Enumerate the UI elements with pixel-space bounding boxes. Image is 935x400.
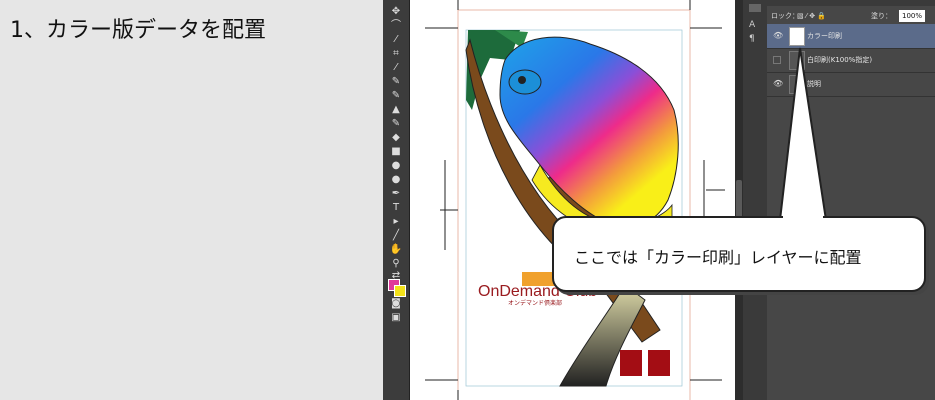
pen-tool-icon[interactable]: ✒: [389, 188, 403, 200]
history-brush-tool-icon[interactable]: ✎: [389, 118, 403, 130]
type-tool-icon[interactable]: T: [389, 202, 403, 214]
document-canvas[interactable]: OnDemand Club オンデマンド倶楽部: [410, 0, 735, 400]
layer-name: カラー印刷: [807, 32, 842, 40]
eye-icon[interactable]: 👁: [773, 31, 783, 40]
lock-label: ロック：: [771, 12, 799, 20]
eraser-tool-icon[interactable]: ◆: [389, 132, 403, 144]
eye-icon[interactable]: 👁: [773, 79, 783, 88]
layer-row-color-print[interactable]: 👁 カラー印刷: [767, 24, 935, 49]
layer-name: 説明: [807, 80, 821, 88]
lasso-tool-icon[interactable]: ⌒: [389, 20, 403, 32]
callout-seam: [783, 214, 823, 220]
crop-tool-icon[interactable]: ⌗: [389, 48, 403, 60]
quick-select-tool-icon[interactable]: ⁄: [389, 34, 403, 46]
move-tool-icon[interactable]: ✥: [389, 6, 403, 18]
logo-subtext: オンデマンド倶楽部: [508, 299, 562, 307]
layer-thumbnail: [789, 75, 805, 94]
blur-tool-icon[interactable]: ●: [389, 160, 403, 172]
panel-icon-character[interactable]: A: [749, 20, 755, 30]
layer-name: 白印刷(K100%指定): [807, 56, 873, 64]
background-color-swatch[interactable]: [394, 285, 406, 297]
brush-tool-icon[interactable]: ✎: [389, 90, 403, 102]
artwork: OnDemand Club オンデマンド倶楽部: [425, 0, 725, 400]
eyedropper-tool-icon[interactable]: ⁄: [389, 62, 403, 74]
lock-row: ロック： ▧ ⁄ ✥ 🔒 塗り： 100%: [767, 8, 935, 24]
screen-mode-icon[interactable]: ▣: [389, 312, 403, 324]
step-heading: 1、カラー版データを配置: [10, 18, 266, 43]
tools-panel: ✥ ⌒ ⁄ ⌗ ⁄ ✎ ✎ ▲ ✎ ◆ ■ ● ● ✒ T ▸ ╱ ✋ ⚲ ⇄ …: [383, 0, 410, 400]
layer-row-white-print[interactable]: 白印刷(K100%指定): [767, 48, 935, 73]
lock-icons[interactable]: ▧ ⁄ ✥ 🔒: [797, 8, 826, 24]
zoom-tool-icon[interactable]: ⚲: [389, 258, 403, 270]
layer-thumbnail: [789, 27, 805, 46]
layer-thumbnail: [789, 51, 805, 70]
fill-value[interactable]: 100%: [899, 10, 926, 22]
left-pane: 1、カラー版データを配置: [0, 0, 383, 400]
fill-label: 塗り：: [871, 12, 892, 20]
layers-panel: ロック： ▧ ⁄ ✥ 🔒 塗り： 100% 👁 カラー印刷 白印刷(K100%指…: [767, 0, 935, 400]
stamp-tool-icon[interactable]: ▲: [389, 104, 403, 116]
panel-icon-brush[interactable]: [749, 4, 761, 12]
panel-icon-paragraph[interactable]: ¶: [749, 34, 755, 44]
quick-mask-icon[interactable]: ◙: [389, 298, 403, 310]
canvas-scrollbar[interactable]: [735, 0, 743, 400]
line-tool-icon[interactable]: ╱: [389, 230, 403, 242]
gradient-tool-icon[interactable]: ■: [389, 146, 403, 158]
scroll-thumb[interactable]: [736, 180, 742, 220]
dodge-tool-icon[interactable]: ●: [389, 174, 403, 186]
hand-tool-icon[interactable]: ✋: [389, 244, 403, 256]
layer-row-notes[interactable]: 👁 説明: [767, 72, 935, 97]
callout-box: ここでは「カラー印刷」レイヤーに配置: [552, 216, 926, 292]
healing-brush-tool-icon[interactable]: ✎: [389, 76, 403, 88]
path-select-tool-icon[interactable]: ▸: [389, 216, 403, 228]
panel-dock-strip: A ¶: [743, 0, 768, 400]
callout-text: ここでは「カラー印刷」レイヤーに配置: [574, 248, 862, 267]
visibility-box[interactable]: [773, 56, 781, 64]
